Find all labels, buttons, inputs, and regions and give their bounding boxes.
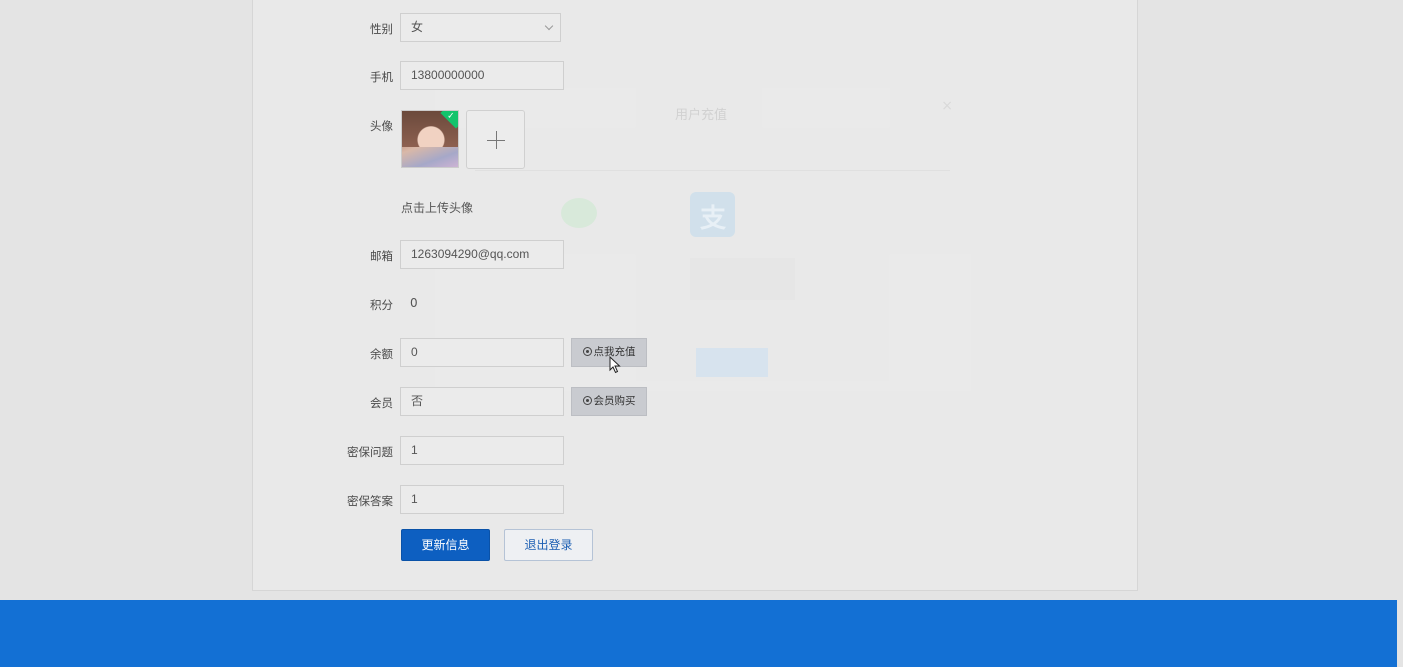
email-field[interactable]: 1263094290@qq.com — [400, 240, 564, 269]
security-answer-label: 密保答案 — [347, 494, 393, 508]
security-question-label: 密保问题 — [347, 445, 393, 459]
buy-membership-label: 会员购买 — [593, 395, 636, 407]
payment-option-blank — [690, 258, 795, 300]
avatar-upload-hint: 点击上传头像 — [401, 201, 474, 215]
points-value: 0 — [410, 296, 418, 310]
close-icon: × — [941, 98, 953, 114]
mouse-cursor-icon — [609, 356, 621, 374]
footer-edge — [1397, 600, 1403, 667]
gender-select[interactable]: 女 — [400, 13, 561, 42]
update-info-button[interactable]: 更新信息 — [401, 529, 490, 561]
phone-label: 手机 — [370, 70, 393, 84]
radio-icon — [582, 346, 592, 356]
radio-icon — [582, 395, 592, 405]
gender-value: 女 — [411, 20, 424, 34]
security-answer-field[interactable]: 1 — [400, 485, 564, 514]
recharge-confirm-button-faded — [696, 348, 768, 377]
member-label: 会员 — [370, 396, 393, 410]
phone-field[interactable]: 13800000000 — [400, 61, 564, 90]
avatar-upload-button[interactable] — [466, 110, 525, 169]
footer-bar — [0, 600, 1397, 667]
wechat-pay-icon — [561, 198, 597, 228]
alipay-icon: 支 — [690, 192, 735, 237]
check-icon: ✓ — [447, 111, 455, 122]
balance-field[interactable]: 0 — [400, 338, 564, 367]
logout-button[interactable]: 退出登录 — [504, 529, 593, 561]
balance-label: 余额 — [370, 347, 393, 361]
gender-label: 性别 — [370, 22, 393, 36]
email-label: 邮箱 — [370, 249, 393, 263]
buy-membership-button[interactable]: 会员购买 — [571, 387, 647, 416]
points-label: 积分 — [370, 298, 393, 312]
avatar-label: 头像 — [370, 119, 393, 133]
security-question-field[interactable]: 1 — [400, 436, 564, 465]
member-field[interactable]: 否 — [400, 387, 564, 416]
recharge-dialog-title: 用户充值 — [675, 108, 728, 123]
avatar[interactable]: ✓ — [401, 110, 459, 168]
recharge-amount-line — [475, 146, 950, 171]
chevron-down-icon — [544, 21, 554, 31]
